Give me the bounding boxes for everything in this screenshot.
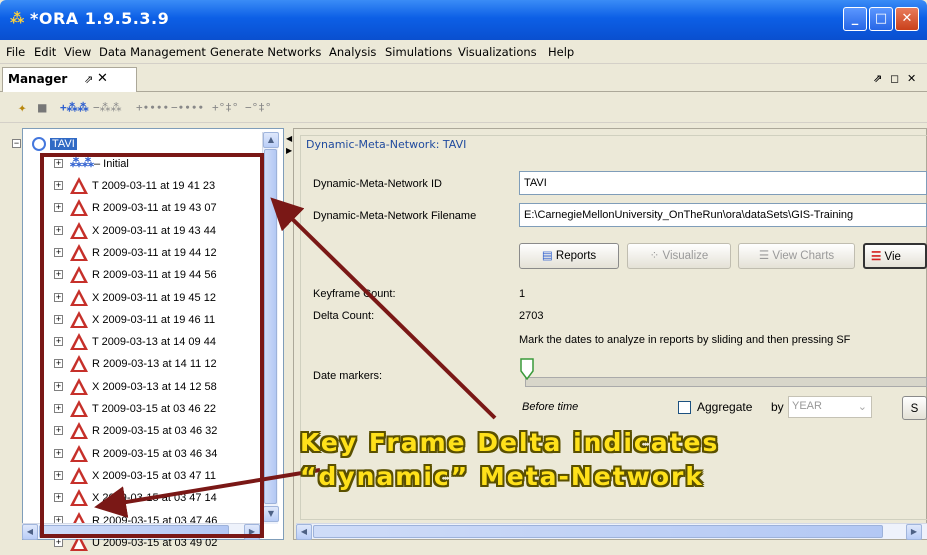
before-time-label: Before time [522, 401, 579, 413]
scroll-left-button[interactable]: ◀ [296, 524, 312, 540]
menu-data-management[interactable]: Data Management [99, 45, 206, 59]
wand-icon[interactable]: ✦ [18, 98, 26, 118]
date-markers-label: Date markers: [313, 370, 383, 382]
save-icon[interactable]: ■ [38, 98, 46, 118]
visualize-label: Visualize [662, 250, 709, 262]
keyframe-value: 1 [519, 288, 526, 300]
detail-horizontal-scrollbar[interactable]: ◀ ▶ [296, 523, 927, 540]
filename-label: Dynamic-Meta-Network Filename [313, 210, 477, 222]
manager-tab-label: Manager [8, 72, 68, 86]
scroll-thumb[interactable] [264, 149, 277, 504]
s-button[interactable]: S [902, 396, 927, 420]
menu-generate-networks[interactable]: Generate Networks [210, 45, 321, 59]
scroll-down-button[interactable]: ▼ [263, 506, 279, 522]
date-slider-track[interactable] [525, 377, 927, 387]
close-tab-icon[interactable]: ✕ [97, 71, 108, 86]
keyframe-label: Keyframe Count: [313, 288, 396, 300]
add-network-icon[interactable]: +⁂⁂ [60, 98, 89, 118]
splitter-left-arrow[interactable]: ◀ [286, 134, 292, 143]
date-slider-thumb[interactable] [519, 358, 535, 380]
visualize-button: ⁘ Visualize [627, 243, 731, 269]
id-label: Dynamic-Meta-Network ID [313, 178, 442, 190]
annotation-text: Key Frame Delta indicates “dynamic” Meta… [300, 426, 719, 494]
close-button[interactable]: ✕ [895, 7, 919, 31]
scroll-thumb[interactable] [313, 525, 883, 538]
view-charts-button: ☰ View Charts [738, 243, 855, 269]
view-button[interactable]: ☰ Vie [863, 243, 927, 269]
splitter-right-arrow[interactable]: ▶ [286, 146, 292, 155]
annotation-line-2: “dynamic” Meta-Network [300, 462, 704, 491]
remove-node-icon[interactable]: −°‡° [245, 98, 272, 118]
menu-file[interactable]: File [6, 45, 25, 59]
filename-field[interactable]: E:\CarnegieMellonUniversity_OnTheRun\ora… [519, 203, 927, 227]
add-node-icon[interactable]: +°‡° [212, 98, 239, 118]
aggregate-checkbox[interactable] [678, 401, 691, 414]
collapse-icon[interactable]: − [12, 139, 21, 148]
panel-controls[interactable]: ⇗ ◻ ✕ [873, 72, 918, 85]
view-icon: ☰ [871, 251, 882, 263]
chevron-down-icon: ⌄ [857, 401, 867, 413]
menu-visualizations[interactable]: Visualizations [458, 45, 537, 59]
view-label: Vie [884, 251, 901, 263]
instruction-text: Mark the dates to analyze in reports by … [519, 334, 851, 346]
expand-icon[interactable]: + [54, 537, 63, 547]
manager-tab-bar [0, 66, 927, 92]
view-charts-label: View Charts [772, 250, 835, 262]
splitter[interactable]: ◀ ▶ [285, 128, 293, 540]
chart-icon: ☰ [758, 250, 770, 262]
tree-root-label: TAVI [50, 138, 77, 150]
delta-label: Delta Count: [313, 310, 375, 322]
tree-vertical-scrollbar[interactable]: ▲ ▼ [262, 132, 279, 524]
add-link-icon[interactable]: +∙∙∙∙ [136, 98, 169, 118]
detail-title: Dynamic-Meta-Network: TAVI [306, 138, 467, 151]
aggregate-unit-value: YEAR [792, 400, 822, 412]
reports-button[interactable]: ▤ Reports [519, 243, 619, 269]
maximize-button[interactable]: □ [869, 7, 893, 31]
menu-simulations[interactable]: Simulations [385, 45, 452, 59]
menu-edit[interactable]: Edit [34, 45, 56, 59]
id-field[interactable]: TAVI [519, 171, 927, 195]
remove-link-icon[interactable]: −∙∙∙∙ [171, 98, 204, 118]
delta-value: 2703 [519, 310, 544, 322]
scroll-right-button[interactable]: ▶ [906, 524, 922, 540]
pin-icon[interactable]: ⇗ [84, 73, 93, 86]
menu-view[interactable]: View [64, 45, 91, 59]
minimize-button[interactable]: _ [843, 7, 867, 31]
visualize-icon: ⁘ [649, 250, 660, 262]
dynamic-network-icon [32, 137, 46, 151]
menu-help[interactable]: Help [548, 45, 574, 59]
aggregate-label: Aggregate [697, 400, 753, 414]
menu-analysis[interactable]: Analysis [329, 45, 376, 59]
annotation-line-1: Key Frame Delta indicates [300, 428, 720, 457]
scroll-left-button[interactable]: ◀ [22, 524, 38, 540]
remove-network-icon[interactable]: −⁂⁂ [93, 98, 122, 118]
menu-bar: File Edit View Data Management Generate … [0, 40, 927, 64]
highlight-box [40, 153, 264, 538]
report-icon: ▤ [541, 250, 553, 262]
window-title: *ORA 1.9.5.3.9 [30, 9, 170, 28]
scroll-up-button[interactable]: ▲ [263, 132, 279, 148]
aggregate-unit-select: YEAR ⌄ [788, 396, 872, 418]
by-label: by [771, 400, 784, 414]
reports-label: Reports [555, 250, 597, 262]
app-icon: ⁂ [10, 11, 25, 27]
